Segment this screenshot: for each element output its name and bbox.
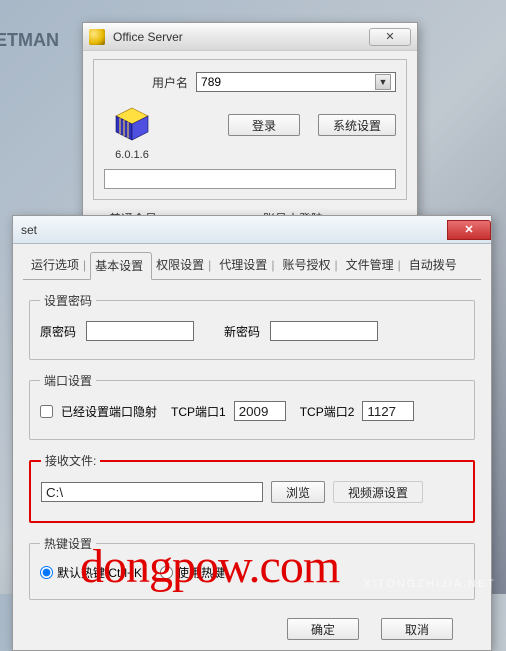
tab-file-mgmt[interactable]: 文件管理 (342, 252, 405, 279)
username-value: 789 (201, 75, 375, 89)
background-app-name: NG NETMAN (0, 30, 59, 51)
tab-basic-settings[interactable]: 基本设置 (90, 252, 152, 280)
tab-permission[interactable]: 权限设置 (152, 252, 215, 279)
port-group: 端口设置 已经设置端口隐射 TCP端口1 TCP端口2 (29, 372, 475, 440)
custom-hotkey-radio-wrap[interactable]: 使用热键 (160, 564, 225, 581)
default-hotkey-radio-wrap[interactable]: 默认热键 Ctrl+K (40, 564, 142, 581)
default-hotkey-radio[interactable] (40, 566, 53, 579)
tcp2-label: TCP端口2 (300, 403, 355, 420)
hotkey-legend: 热键设置 (40, 535, 96, 552)
custom-hotkey-radio[interactable] (160, 566, 173, 579)
server-cube-icon (112, 104, 152, 144)
office-message-field (104, 169, 396, 189)
tab-auto-dial[interactable]: 自动拨号 (405, 252, 465, 279)
tab-run-options[interactable]: 运行选项 (27, 252, 90, 279)
video-source-button[interactable]: 视频源设置 (333, 481, 423, 503)
office-app-icon (89, 29, 105, 45)
tcp1-label: TCP端口1 (171, 403, 226, 420)
password-group: 设置密码 原密码 新密码 (29, 292, 475, 360)
username-combo[interactable]: 789 ▼ (196, 72, 396, 92)
username-label: 用户名 (152, 74, 188, 91)
ok-button[interactable]: 确定 (287, 618, 359, 640)
tcp2-input[interactable] (362, 401, 414, 421)
set-titlebar[interactable]: set ✕ (13, 216, 491, 244)
office-server-dialog: Office Server ✕ 用户名 789 ▼ (82, 22, 418, 238)
system-settings-button[interactable]: 系统设置 (318, 114, 396, 136)
old-password-input[interactable] (86, 321, 194, 341)
tab-account-auth[interactable]: 账号授权 (278, 252, 341, 279)
office-login-panel: 用户名 789 ▼ 6.0.1.6 (93, 59, 407, 200)
old-password-label: 原密码 (40, 323, 76, 340)
office-titlebar[interactable]: Office Server ✕ (83, 23, 417, 51)
tab-strip: 运行选项 基本设置 权限设置 代理设置 账号授权 文件管理 自动拨号 (23, 252, 481, 280)
cancel-button[interactable]: 取消 (381, 618, 453, 640)
tcp1-input[interactable] (234, 401, 286, 421)
hotkey-group: 热键设置 默认热键 Ctrl+K 使用热键 (29, 535, 475, 600)
login-button[interactable]: 登录 (228, 114, 300, 136)
receive-file-group: 接收文件: 浏览 视频源设置 (29, 452, 475, 523)
password-legend: 设置密码 (40, 292, 96, 309)
nat-checkbox[interactable] (40, 405, 53, 418)
set-close-button[interactable]: ✕ (447, 220, 491, 240)
chevron-down-icon[interactable]: ▼ (375, 74, 391, 90)
custom-hotkey-label: 使用热键 (177, 564, 225, 581)
receive-path-input[interactable] (41, 482, 263, 502)
nat-label: 已经设置端口隐射 (61, 403, 157, 420)
port-legend: 端口设置 (40, 372, 96, 389)
sub-watermark-text: XITONGZHIJIA.NET (363, 578, 496, 590)
new-password-input[interactable] (270, 321, 378, 341)
tab-proxy[interactable]: 代理设置 (215, 252, 278, 279)
set-title: set (21, 223, 447, 237)
receive-file-legend: 接收文件: (41, 452, 100, 469)
default-hotkey-label: 默认热键 Ctrl+K (57, 564, 142, 581)
browse-button[interactable]: 浏览 (271, 481, 325, 503)
new-password-label: 新密码 (224, 323, 260, 340)
office-title: Office Server (109, 30, 369, 44)
office-close-button[interactable]: ✕ (369, 28, 411, 46)
version-text: 6.0.1.6 (104, 149, 160, 161)
